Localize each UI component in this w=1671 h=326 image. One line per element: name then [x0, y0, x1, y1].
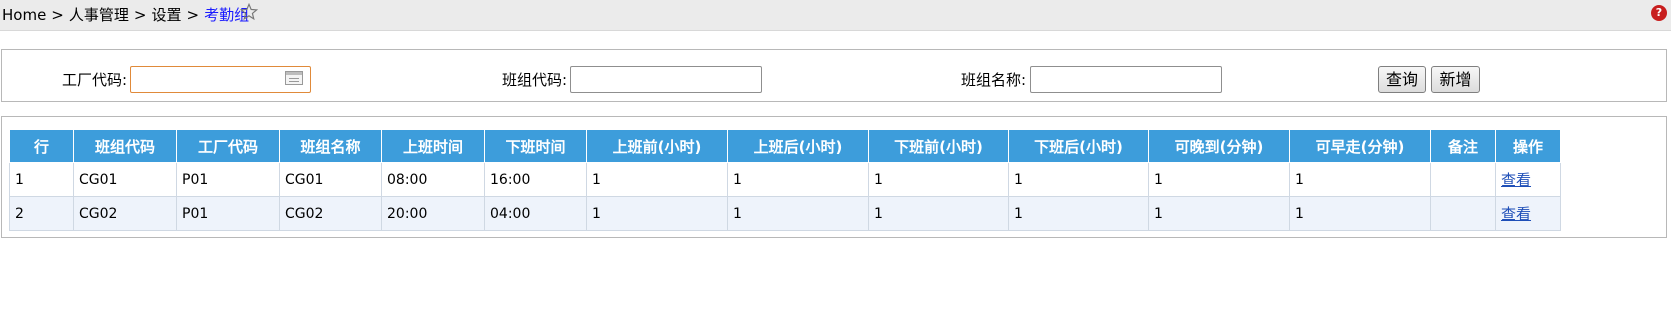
help-icon[interactable]: ?	[1651, 5, 1667, 21]
after-end-cell: 1	[1008, 162, 1149, 197]
before-start-cell: 1	[586, 162, 728, 197]
query-button[interactable]: 查询	[1378, 66, 1426, 93]
group-code-label: 班组代码:	[502, 71, 568, 89]
table-header-row: 行 班组代码 工厂代码 班组名称 上班时间 下班时间 上班前(小时) 上班后(小…	[9, 129, 1561, 163]
table-panel: 行 班组代码 工厂代码 班组名称 上班时间 下班时间 上班前(小时) 上班后(小…	[1, 116, 1667, 238]
group-name-cell: CG01	[279, 162, 382, 197]
column-header[interactable]: 上班后(小时)	[727, 129, 869, 163]
attendance-group-table: 行 班组代码 工厂代码 班组名称 上班时间 下班时间 上班前(小时) 上班后(小…	[9, 129, 1561, 231]
early-allowed-cell: 1	[1289, 162, 1431, 197]
action-cell: 查看	[1495, 162, 1561, 197]
view-link[interactable]: 查看	[1501, 171, 1531, 189]
group-code-cell: CG01	[73, 162, 177, 197]
table-row: 2 CG02 P01 CG02 20:00 04:00 1 1 1 1 1 1 …	[9, 196, 1561, 231]
factory-code-cell: P01	[176, 162, 280, 197]
start-time-cell: 20:00	[381, 196, 485, 231]
table-row: 1 CG01 P01 CG01 08:00 16:00 1 1 1 1 1 1 …	[9, 162, 1561, 197]
column-header[interactable]: 可早走(分钟)	[1289, 129, 1431, 163]
breadcrumb-separator: >	[186, 6, 200, 24]
end-time-cell: 16:00	[484, 162, 587, 197]
row-number-cell: 1	[9, 162, 74, 197]
late-allowed-cell: 1	[1148, 196, 1290, 231]
action-cell: 查看	[1495, 196, 1561, 231]
column-header[interactable]: 工厂代码	[176, 129, 280, 163]
breadcrumb-home[interactable]: Home	[2, 4, 46, 26]
remark-cell	[1430, 162, 1496, 197]
search-panel: 工厂代码: 班组代码: 班组名称: 查询 新增	[1, 49, 1667, 102]
top-bar: Home > 人事管理 > 设置 > 考勤组 ?	[0, 0, 1671, 31]
column-header[interactable]: 班组名称	[279, 129, 382, 163]
late-allowed-cell: 1	[1148, 162, 1290, 197]
calendar-icon[interactable]	[285, 71, 303, 85]
breadcrumb-hr[interactable]: 人事管理	[69, 4, 129, 26]
before-start-cell: 1	[586, 196, 728, 231]
star-icon[interactable]	[240, 3, 258, 21]
start-time-cell: 08:00	[381, 162, 485, 197]
factory-code-cell: P01	[176, 196, 280, 231]
early-allowed-cell: 1	[1289, 196, 1431, 231]
breadcrumb-separator: >	[133, 6, 147, 24]
column-header: 操作	[1495, 129, 1561, 163]
group-code-input[interactable]	[570, 66, 762, 93]
breadcrumb-separator: >	[51, 6, 64, 24]
column-header: 行	[9, 129, 74, 163]
group-name-label: 班组名称:	[961, 71, 1027, 89]
column-header[interactable]: 上班时间	[381, 129, 485, 163]
before-end-cell: 1	[868, 162, 1009, 197]
breadcrumb: Home > 人事管理 > 设置 > 考勤组	[2, 4, 249, 26]
after-end-cell: 1	[1008, 196, 1149, 231]
group-name-cell: CG02	[279, 196, 382, 231]
breadcrumb-settings[interactable]: 设置	[151, 4, 181, 26]
group-name-input[interactable]	[1030, 66, 1222, 93]
column-header: 备注	[1430, 129, 1496, 163]
factory-code-label: 工厂代码:	[62, 71, 128, 89]
column-header[interactable]: 上班前(小时)	[586, 129, 728, 163]
factory-code-input[interactable]	[130, 66, 311, 93]
column-header[interactable]: 可晚到(分钟)	[1148, 129, 1290, 163]
before-end-cell: 1	[868, 196, 1009, 231]
column-header[interactable]: 班组代码	[73, 129, 177, 163]
column-header[interactable]: 下班时间	[484, 129, 587, 163]
group-code-cell: CG02	[73, 196, 177, 231]
row-number-cell: 2	[9, 196, 74, 231]
after-start-cell: 1	[727, 162, 869, 197]
column-header[interactable]: 下班前(小时)	[868, 129, 1009, 163]
view-link[interactable]: 查看	[1501, 205, 1531, 223]
column-header[interactable]: 下班后(小时)	[1008, 129, 1149, 163]
end-time-cell: 04:00	[484, 196, 587, 231]
remark-cell	[1430, 196, 1496, 231]
add-button[interactable]: 新增	[1431, 66, 1480, 93]
after-start-cell: 1	[727, 196, 869, 231]
